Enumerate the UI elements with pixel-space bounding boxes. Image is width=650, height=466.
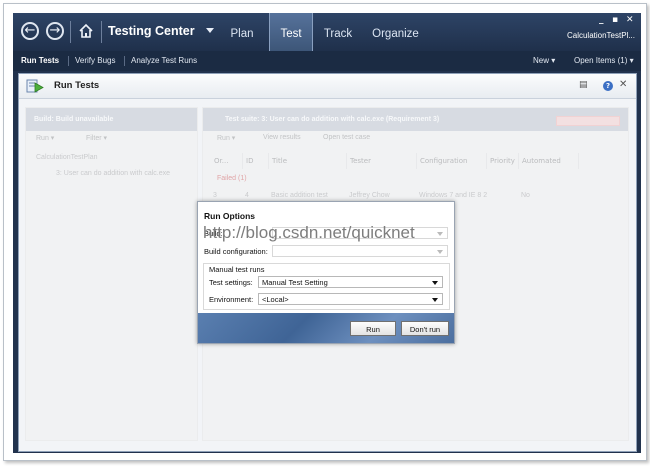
divider: [124, 56, 125, 66]
build-configuration-label: Build configuration:: [204, 247, 268, 256]
row-tester: Jeffrey Chow: [349, 192, 390, 199]
chevron-down-icon: [437, 232, 443, 236]
column-header[interactable]: ID: [243, 153, 269, 169]
open-test-case-button[interactable]: Open test case: [323, 134, 370, 141]
column-header[interactable]: Title: [269, 153, 347, 169]
row-automated: No: [521, 192, 530, 199]
app-title: Testing Center: [108, 24, 195, 38]
row-configuration: Windows 7 and IE 8 2: [419, 192, 488, 199]
context-name: CalculationTestPl...: [566, 31, 635, 40]
status-bar: [556, 116, 620, 126]
environment-label: Environment:: [209, 295, 254, 304]
dialog-footer: Run Don't run: [198, 313, 454, 343]
subnav-verify-bugs[interactable]: Verify Bugs: [75, 56, 115, 65]
build-configuration-select[interactable]: [272, 245, 448, 257]
dont-run-button[interactable]: Don't run: [401, 321, 449, 336]
panel-header: Run Tests ▤ ? ✕: [19, 74, 636, 99]
column-header[interactable]: Or...: [211, 153, 243, 169]
panel-title: Run Tests: [54, 80, 100, 91]
watermark-text: http://blog.csdn.net/quicknet: [203, 223, 415, 242]
manual-test-runs-label: Manual test runs: [209, 265, 265, 274]
close-icon[interactable]: ✕: [619, 79, 627, 90]
column-header[interactable]: Configuration: [417, 153, 487, 169]
screenshot-frame: ← → Testing Center Plan Test Track Organ…: [3, 3, 647, 461]
view-results-button[interactable]: View results: [263, 134, 301, 141]
subnav-run-tests[interactable]: Run Tests: [21, 56, 59, 65]
environment-select[interactable]: <Local>: [258, 293, 443, 305]
back-arrow-icon[interactable]: ←: [21, 22, 39, 40]
tree-root[interactable]: CalculationTestPlan: [36, 154, 97, 161]
test-settings-select[interactable]: Manual Test Setting: [258, 276, 443, 288]
dialog-title: Run Options: [204, 211, 255, 221]
sub-navigation: Run Tests Verify Bugs Analyze Test Runs …: [13, 51, 641, 71]
open-items-menu[interactable]: Open Items (1) ▾: [574, 56, 634, 65]
forward-arrow-icon[interactable]: →: [46, 22, 64, 40]
home-icon[interactable]: [78, 23, 94, 39]
run-menu[interactable]: Run ▾: [36, 134, 54, 142]
chevron-down-icon: [432, 281, 438, 285]
test-plan-pane: Build: Build unavailable Run ▾ Filter ▾ …: [25, 107, 198, 441]
chevron-down-icon: [437, 250, 443, 254]
row-title: Basic addition test: [271, 192, 328, 199]
tab-track[interactable]: Track: [318, 13, 358, 51]
chevron-down-icon[interactable]: [206, 28, 214, 33]
tab-test[interactable]: Test: [269, 13, 313, 51]
restore-icon[interactable]: ▪: [612, 15, 618, 25]
tab-organize[interactable]: Organize: [368, 13, 423, 51]
help-icon[interactable]: ?: [603, 81, 613, 91]
subnav-analyze-test-runs[interactable]: Analyze Test Runs: [131, 56, 197, 65]
divider: [101, 21, 102, 43]
document-icon[interactable]: ▤: [579, 80, 588, 90]
divider: [70, 21, 71, 43]
title-bar: ← → Testing Center Plan Test Track Organ…: [13, 13, 641, 51]
minimize-icon[interactable]: _: [599, 15, 604, 25]
tab-plan[interactable]: Plan: [223, 13, 261, 51]
build-header: Build: Build unavailable: [26, 108, 197, 131]
column-header[interactable]: Priority: [487, 153, 519, 169]
row-id: 4: [245, 192, 249, 199]
group-label[interactable]: Failed (1): [217, 175, 247, 182]
chevron-down-icon: [432, 298, 438, 302]
column-header[interactable]: Tester: [347, 153, 417, 169]
new-menu[interactable]: New ▾: [533, 56, 555, 65]
filter-menu[interactable]: Filter ▾: [86, 134, 107, 142]
row-order: 3: [213, 192, 217, 199]
run-menu[interactable]: Run ▾: [217, 134, 235, 142]
tree-child[interactable]: 3: User can do addition with calc.exe: [56, 170, 170, 177]
test-settings-label: Test settings:: [209, 278, 253, 287]
close-icon[interactable]: ✕: [626, 15, 634, 25]
run-button[interactable]: Run: [350, 321, 396, 336]
run-tests-icon: [26, 79, 44, 93]
divider: [68, 56, 69, 66]
column-header[interactable]: Automated: [519, 153, 579, 169]
